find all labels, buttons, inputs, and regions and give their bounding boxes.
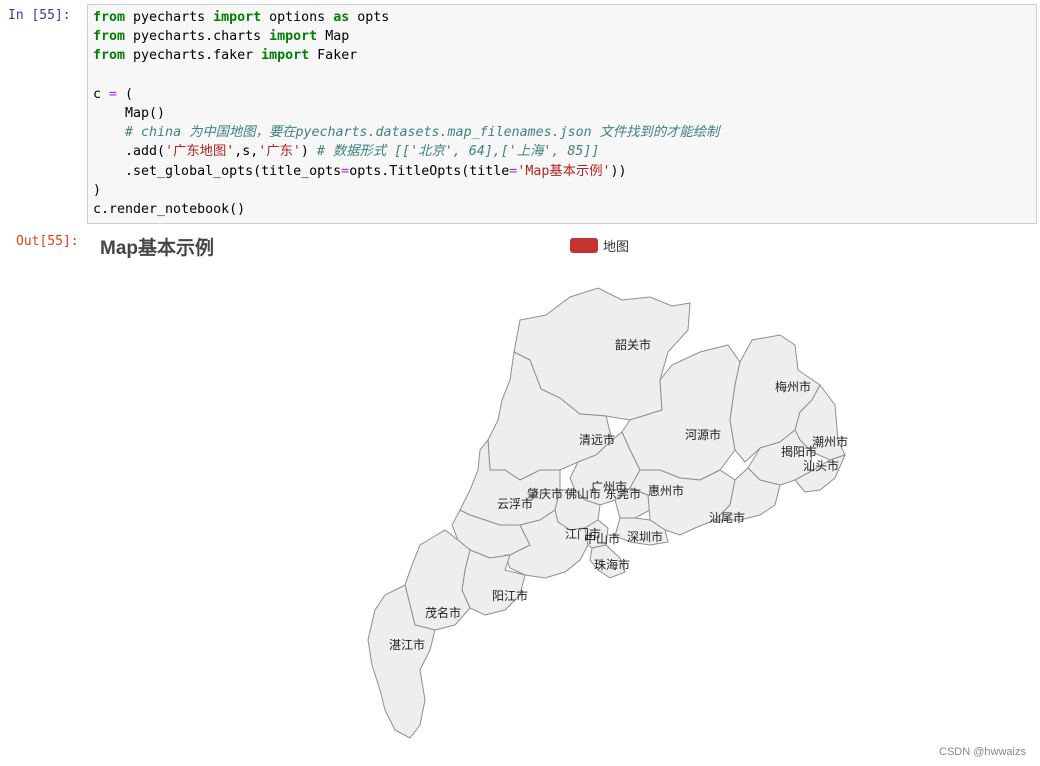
code-token: # china 为中国地图，要在pyecharts.datasets.map_f… <box>125 125 720 141</box>
code-token: pyecharts.faker <box>125 48 262 64</box>
code-token: Faker <box>309 48 358 64</box>
code-line: .set_global_opts(title_opts=opts.TitleOp… <box>93 164 627 179</box>
code-token: )) <box>610 163 627 179</box>
code-token: # 数据形式 [['北京', 64],['上海', 85]] <box>316 144 600 160</box>
region-label-shantou: 汕头市 <box>803 458 839 473</box>
code-line: # china 为中国地图，要在pyecharts.datasets.map_f… <box>93 125 719 140</box>
code-line: .add('广东地图',s,'广东') # 数据形式 [['北京', 64],[… <box>93 144 599 159</box>
region-label-shanwei: 汕尾市 <box>709 510 745 525</box>
code-token: from <box>93 48 126 64</box>
code-line: from pyecharts import options as opts <box>93 10 389 25</box>
region-label-zhongshan: 中山市 <box>584 531 620 546</box>
code-token: ( <box>117 86 134 102</box>
code-line: c = ( <box>93 87 133 102</box>
code-token: '广东' <box>258 144 301 160</box>
code-token: = <box>109 86 118 102</box>
region-label-meizhou: 梅州市 <box>775 379 811 394</box>
watermark: CSDN @hwwaizs <box>939 746 1026 758</box>
region-label-maoming: 茂名市 <box>425 605 461 620</box>
region-label-chaozhou: 潮州市 <box>812 434 848 449</box>
region-label-foshan: 佛山市 <box>565 486 601 501</box>
code-token: import <box>269 29 318 45</box>
code-token: ) <box>93 182 102 198</box>
region-label-huizhou: 惠州市 <box>648 483 684 498</box>
code-token: Map() <box>93 106 166 122</box>
region-label-dongguan: 东莞市 <box>605 486 641 501</box>
code-line: c.render_notebook() <box>93 202 245 217</box>
code-token: ,s, <box>234 144 259 160</box>
code-token: = <box>341 163 350 179</box>
region-label-heyuan: 河源市 <box>685 427 721 442</box>
code-token: c <box>93 86 110 102</box>
region-label-jieyang: 揭阳市 <box>781 444 817 459</box>
region-label-qingyuan: 清远市 <box>579 432 615 447</box>
region-label-shenzhen: 深圳市 <box>627 529 663 544</box>
code-editor[interactable]: from pyecharts import options as opts fr… <box>93 8 719 219</box>
region-label-shaoguan: 韶关市 <box>615 337 651 352</box>
code-token: opts.TitleOpts(title <box>349 163 510 179</box>
chart-title: Map基本示例 <box>100 238 215 259</box>
code-token: from <box>93 29 126 45</box>
legend-swatch[interactable] <box>570 238 598 253</box>
input-prompt: In [55]: <box>8 8 71 23</box>
chart-legend[interactable]: 地图 <box>570 236 629 255</box>
code-line: Map() <box>93 106 165 121</box>
code-token: options <box>261 10 334 25</box>
code-token: ) <box>300 144 317 160</box>
code-token: pyecharts <box>125 10 214 25</box>
code-line: ) <box>93 183 101 198</box>
code-line: from pyecharts.faker import Faker <box>93 48 357 63</box>
code-token: c.render_notebook() <box>93 202 246 218</box>
code-token: import <box>261 48 310 64</box>
code-cell-input[interactable]: from pyecharts import options as opts fr… <box>87 4 1037 224</box>
region-label-zhuhai: 珠海市 <box>594 557 630 572</box>
code-token: '广东地图' <box>165 144 235 160</box>
chart-output: 韶关市 清远市 河源市 梅州市 潮州市 揭阳市 汕头市 肇庆市 广州市 佛山市 东莞市 惠州市 云浮市汕… <box>87 228 1037 766</box>
code-token: as <box>333 10 350 25</box>
legend-label[interactable]: 地图 <box>603 236 629 255</box>
code-token: .add( <box>93 144 166 160</box>
code-token: from <box>93 10 126 25</box>
code-token: Map <box>317 29 350 45</box>
output-prompt: Out[55]: <box>16 234 79 249</box>
code-token: import <box>213 10 262 25</box>
code-token: opts <box>349 10 390 25</box>
region-label-yunfu: 云浮市 <box>497 496 533 511</box>
region-label-zhanjiang: 湛江市 <box>389 637 425 652</box>
guangdong-map[interactable]: 韶关市清远市 河源市梅州市潮州市揭阳市汕头市肇庆市 广州市佛山市 东莞市 惠州市云浮市汕… <box>87 228 1037 766</box>
code-token: 'Map基本示例' <box>517 163 611 179</box>
code-token: pyecharts.charts <box>125 29 270 45</box>
region-label-yangjiang: 阳江市 <box>492 588 528 603</box>
code-token: .set_global_opts(title_opts <box>93 163 342 179</box>
code-line: from pyecharts.charts import Map <box>93 29 349 44</box>
